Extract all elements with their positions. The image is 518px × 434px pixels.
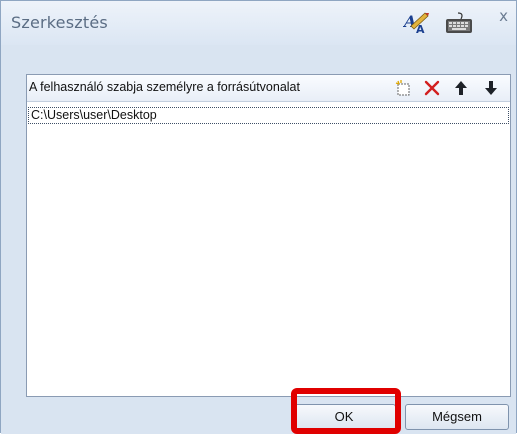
cancel-button[interactable]: Mégsem [405,404,509,430]
edit-dialog: Szerkesztés A A x A felhasználó szabja s… [0,0,517,434]
title-bar: Szerkesztés A A x [1,1,516,45]
delete-icon[interactable] [423,79,441,97]
list-item-path[interactable]: C:\Users\user\Desktop [28,107,509,124]
close-button[interactable]: x [499,9,508,24]
keyboard-icon[interactable] [444,11,474,39]
list-header: A felhasználó szabja személyre a forrású… [27,75,510,102]
move-down-icon[interactable] [482,79,500,97]
move-up-icon[interactable] [452,79,470,97]
new-item-icon[interactable] [395,79,413,97]
list-header-label: A felhasználó szabja személyre a forrású… [29,80,300,94]
spelling-icon[interactable]: A A [402,11,431,39]
source-path-list: A felhasználó szabja személyre a forrású… [26,74,511,397]
button-bar: OK Mégsem [1,397,516,434]
dialog-title: Szerkesztés [11,13,108,32]
ok-button[interactable]: OK [292,404,396,430]
